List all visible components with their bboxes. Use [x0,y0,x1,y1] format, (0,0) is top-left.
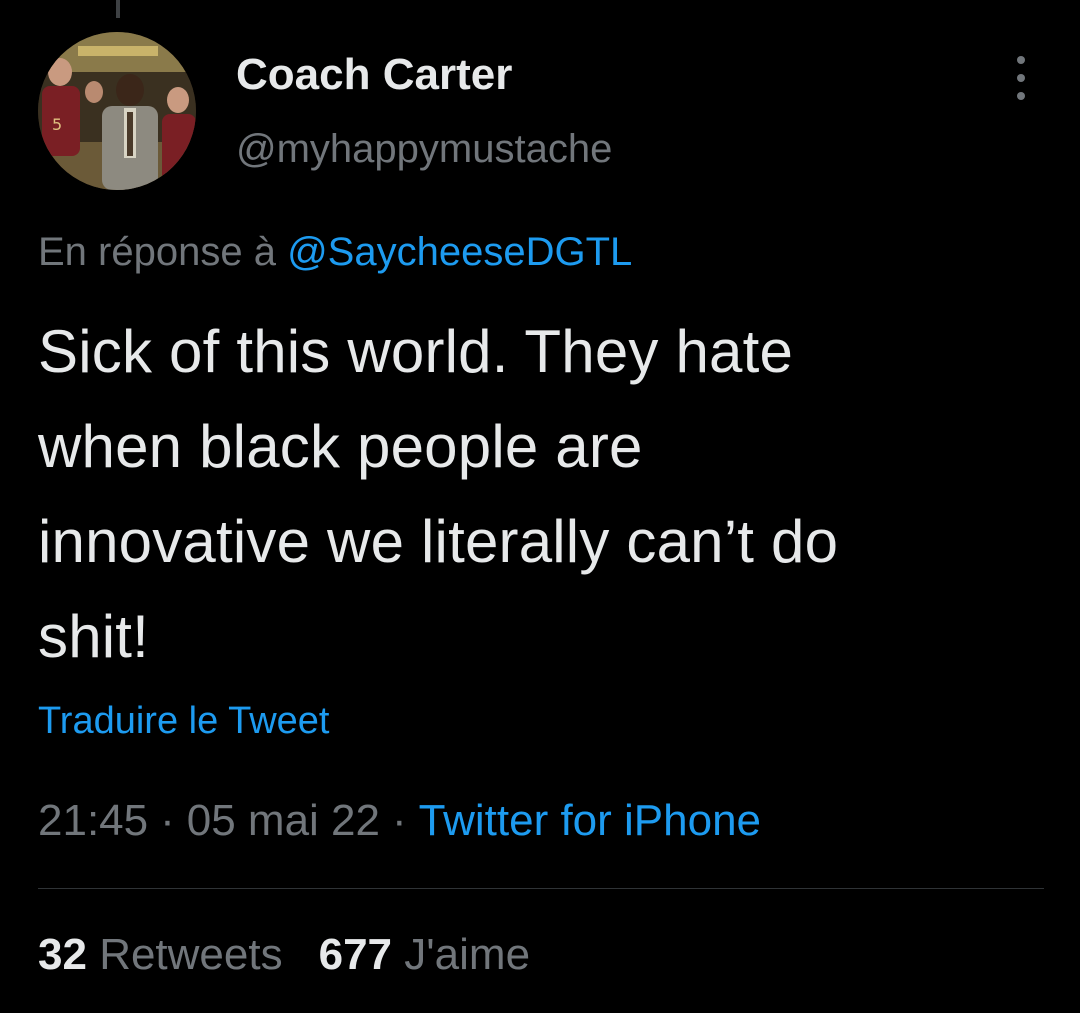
divider [38,888,1044,889]
tweet-text-line: when black people are [38,413,643,480]
retweets-count: 32 [38,930,87,979]
translate-tweet-link[interactable]: Traduire le Tweet [38,700,329,743]
svg-text:5: 5 [52,115,62,134]
more-vertical-icon-dot [1017,92,1025,100]
more-vertical-icon [1017,56,1025,64]
avatar[interactable]: 5 [38,32,196,190]
retweets-stat[interactable]: 32 Retweets [38,930,283,979]
tweet-text: Sick of this world. They hate when black… [38,304,1068,684]
tweet-text-line: Sick of this world. They hate [38,318,794,385]
reply-context: En réponse à @SaycheeseDGTL [38,230,632,275]
reply-prefix: En réponse à [38,230,288,274]
reply-to-handle-link[interactable]: @SaycheeseDGTL [287,230,632,274]
likes-stat[interactable]: 677 J'aime [319,930,530,979]
tweet-meta: 21:45 · 05 mai 22 · Twitter for iPhone [38,796,761,846]
tweet-text-line: innovative we literally can’t do [38,508,839,575]
tweet-date[interactable]: 05 mai 22 [187,796,380,845]
likes-label: J'aime [404,930,531,979]
meta-separator: · [160,796,175,845]
tweet-time[interactable]: 21:45 [38,796,148,845]
thread-connector-line [116,0,120,18]
retweets-label: Retweets [99,930,283,979]
avatar-image: 5 [38,32,196,190]
tweet-source-link[interactable]: Twitter for iPhone [419,796,761,845]
more-options-button[interactable] [1004,56,1038,100]
likes-count: 677 [318,930,393,979]
tweet-stats: 32 Retweets 677 J'aime [38,930,566,980]
meta-separator: · [392,796,407,845]
author-display-name[interactable]: Coach Carter [236,50,512,100]
more-vertical-icon-dot [1017,74,1025,82]
tweet-text-line: shit! [38,603,150,670]
author-handle[interactable]: @myhappymustache [236,127,612,172]
